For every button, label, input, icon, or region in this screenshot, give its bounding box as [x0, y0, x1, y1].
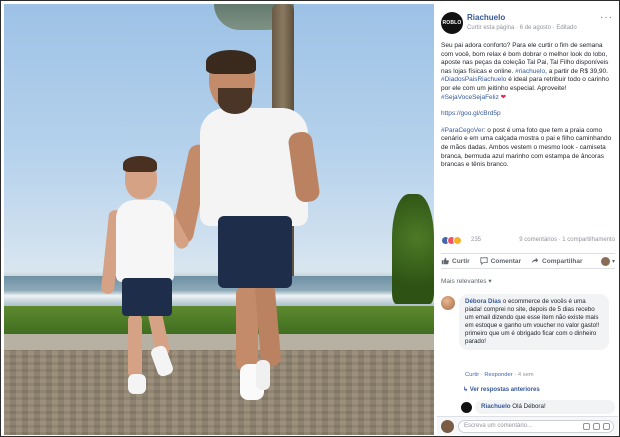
hashtag-link[interactable]: #riachuelo — [515, 68, 545, 75]
reaction-count[interactable]: 235 — [471, 237, 481, 243]
comment-label: Comentar — [490, 257, 522, 265]
post-actions: Curtir Comentar Compartilhar ▾ — [441, 253, 615, 269]
post-photo[interactable] — [4, 4, 434, 435]
reply-author-link[interactable]: Riachuelo — [481, 403, 511, 410]
grass — [4, 306, 434, 336]
user-avatar — [441, 420, 454, 433]
post-text: Seu pai adora conforto? Para ele curtir … — [441, 42, 615, 178]
comment-author-link[interactable]: Débora Dias — [465, 298, 501, 305]
hashtag-link[interactable]: #DiadosPaisRiachuelo — [441, 76, 506, 83]
reply-bubble: Riachuelo Olá Débora! — [475, 400, 615, 414]
bush — [392, 194, 434, 304]
comment-meta: Curtir · Responder · 4 sem — [465, 372, 534, 378]
reaction-icons[interactable] — [441, 236, 462, 245]
post-side-panel: ROBLO Riachuelo Curtir esta página · 6 d… — [437, 4, 618, 435]
hashtag-link[interactable]: #SejaVoceSejaFeliz — [441, 94, 499, 101]
emoji-icon[interactable] — [583, 423, 590, 430]
page-avatar[interactable]: ROBLO — [441, 12, 463, 34]
reactions-bar: 235 9 comentários · 1 compartilhamento — [441, 236, 615, 248]
son-shirt — [116, 200, 174, 282]
comments-shares-count[interactable]: 9 comentários · 1 compartilhamento — [519, 237, 615, 243]
reply-author-avatar[interactable] — [461, 402, 472, 413]
father-beard — [218, 88, 252, 114]
wow-reaction-icon — [453, 236, 462, 245]
share-label: Compartilhar — [542, 257, 583, 265]
heart-emoji-icon: ❤ — [500, 93, 507, 101]
son-left-shoe — [128, 374, 146, 394]
speech-bubble-icon — [480, 257, 488, 265]
hashtag-link[interactable]: #ParaCegoVer — [441, 127, 484, 134]
share-button[interactable]: Compartilhar — [531, 257, 583, 265]
son-shorts — [122, 278, 172, 316]
comment-sort-dropdown[interactable]: Mais relevantes ▾ — [441, 277, 492, 285]
comment-text: o ecommerce de vocês é uma piada! compre… — [465, 298, 600, 345]
gif-icon[interactable] — [603, 423, 610, 430]
page-name-link[interactable]: Riachuelo — [467, 13, 505, 22]
share-arrow-icon — [531, 257, 539, 265]
father-hair — [206, 50, 256, 74]
thumbs-up-icon — [441, 257, 449, 265]
comment-composer: Escreva um comentário... — [437, 416, 618, 435]
composer-icons — [580, 423, 610, 430]
father-shorts — [218, 216, 292, 288]
reply-text: Olá Débora! — [510, 403, 546, 410]
comment-button[interactable]: Comentar — [480, 257, 521, 265]
camera-icon[interactable] — [593, 423, 600, 430]
user-avatar-small — [600, 256, 610, 266]
post-meta: Curtir esta página · 6 de agosto · Edita… — [467, 25, 577, 31]
view-previous-replies-link[interactable]: ↳ Ver respostas anteriores — [463, 386, 540, 393]
chevron-down-icon: ▾ — [611, 258, 615, 265]
commenter-avatar[interactable] — [441, 296, 455, 310]
father-right-shoe — [256, 360, 270, 390]
curb — [4, 334, 434, 350]
comment-time: · 4 sem — [514, 372, 534, 378]
comment-reply-link[interactable]: Responder — [484, 372, 512, 378]
son-hair — [123, 156, 157, 172]
like-label: Curtir — [452, 257, 470, 265]
son-left-leg — [128, 314, 142, 378]
screenshot-frame: ROBLO Riachuelo Curtir esta página · 6 d… — [0, 0, 620, 437]
comment-like-link[interactable]: Curtir — [465, 372, 479, 378]
more-options-icon[interactable]: ··· — [600, 12, 613, 23]
pavement-texture — [4, 350, 434, 435]
react-as-selector[interactable]: ▾ — [600, 256, 615, 266]
like-button[interactable]: Curtir — [441, 257, 470, 265]
post-text-part: , a partir de R$ 39,90. — [545, 67, 608, 75]
post-header: ROBLO Riachuelo Curtir esta página · 6 d… — [441, 10, 617, 38]
post-external-link[interactable]: https://goo.gl/cBrd5p — [441, 110, 501, 117]
comment-bubble: Débora Dias o ecommerce de vocês é uma p… — [459, 294, 609, 350]
